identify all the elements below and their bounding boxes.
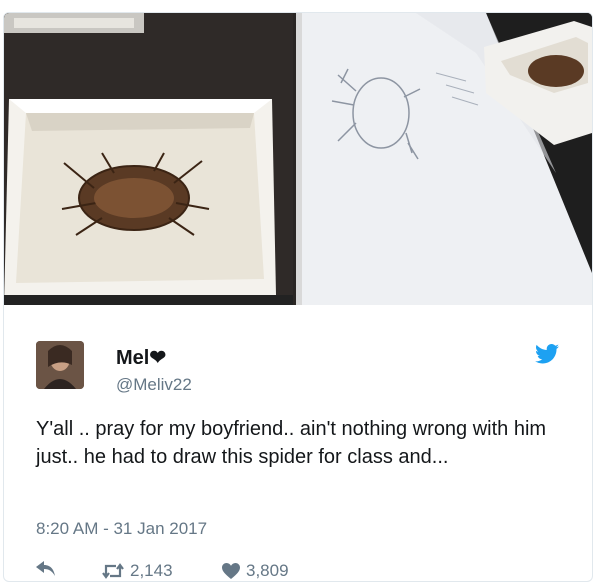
avatar-image	[36, 341, 84, 389]
tweet-timestamp[interactable]: 8:20 AM - 31 Jan 2017	[36, 519, 207, 539]
tweet-actions: 2,143 3,809	[36, 561, 576, 581]
spider-drawing-photo[interactable]	[296, 13, 592, 305]
tarantula-photo-art	[4, 13, 293, 305]
avatar[interactable]	[36, 341, 84, 389]
tweet-media[interactable]	[4, 13, 592, 305]
reply-button[interactable]	[36, 561, 56, 577]
retweet-count: 2,143	[130, 561, 173, 580]
user-handle[interactable]: @Meliv22	[116, 375, 192, 395]
tweet-body: Mel❤ @Meliv22 Y'all .. pray for my boyfr…	[4, 305, 592, 581]
reply-icon	[36, 561, 55, 576]
retweet-button[interactable]: 2,143	[102, 561, 173, 581]
like-count: 3,809	[246, 561, 289, 580]
heart-icon	[222, 563, 240, 579]
display-name[interactable]: Mel❤	[116, 345, 166, 370]
like-button[interactable]: 3,809	[222, 561, 289, 581]
twitter-bird-icon[interactable]	[535, 343, 559, 365]
spider-drawing-photo-art	[296, 13, 592, 305]
tarantula-photo[interactable]	[4, 13, 293, 305]
retweet-icon	[102, 563, 124, 579]
tweet-text: Y'all .. pray for my boyfriend.. ain't n…	[36, 418, 547, 468]
tweet-card: Mel❤ @Meliv22 Y'all .. pray for my boyfr…	[3, 12, 593, 582]
